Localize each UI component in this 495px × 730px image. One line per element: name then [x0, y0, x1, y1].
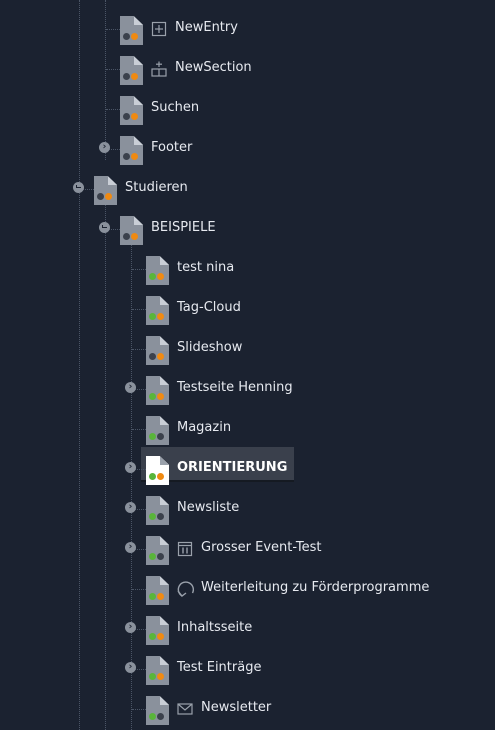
expand-icon[interactable]: › — [125, 662, 136, 673]
tree-item-label: test nina — [177, 260, 235, 275]
page-icon — [146, 256, 169, 285]
expand-icon[interactable]: › — [125, 542, 136, 553]
page-icon — [146, 336, 169, 365]
tree-item-label: Studieren — [125, 180, 188, 195]
tree-item-test-nina[interactable]: test nina — [0, 248, 495, 288]
tree-item-test-eintraege[interactable]: › Test Einträge — [0, 648, 495, 688]
tree-item-newentry[interactable]: NewEntry — [0, 8, 495, 48]
tree-item-beispiele[interactable]: BEISPIELE — [0, 208, 495, 248]
tree-item-label: Grosser Event-Test — [201, 540, 322, 555]
page-icon — [94, 176, 117, 205]
tree-item-label: NewEntry — [175, 20, 238, 35]
tree-item-testseite-henning[interactable]: › Testseite Henning — [0, 368, 495, 408]
expand-icon[interactable]: › — [125, 462, 136, 473]
section-add-icon — [151, 61, 167, 77]
page-icon — [146, 416, 169, 445]
expand-icon[interactable]: › — [125, 382, 136, 393]
tree-item-label: Weiterleitung zu Förderprogramme — [201, 580, 430, 595]
tree-item-newsletter[interactable]: Newsletter — [0, 688, 495, 728]
tree-item-label: NewSection — [175, 60, 252, 75]
page-icon — [146, 296, 169, 325]
tree-item-slideshow[interactable]: Slideshow — [0, 328, 495, 368]
redirect-icon — [177, 581, 194, 597]
collapse-icon[interactable] — [99, 222, 110, 233]
tree-item-label: Footer — [151, 140, 193, 155]
page-icon — [120, 56, 143, 85]
expand-icon[interactable]: › — [99, 142, 110, 153]
page-icon — [146, 656, 169, 685]
page-icon — [146, 576, 169, 605]
expand-icon[interactable]: › — [125, 502, 136, 513]
page-icon — [120, 96, 143, 125]
tree-item-label: Tag-Cloud — [177, 300, 241, 315]
page-icon — [146, 496, 169, 525]
tree-item-newsliste[interactable]: › Newsliste — [0, 488, 495, 528]
envelope-icon — [177, 703, 193, 715]
tree-item-footer[interactable]: › Footer — [0, 128, 495, 168]
tree-item-label: Inhaltsseite — [177, 620, 253, 635]
tree-item-orientierung[interactable]: › ORIENTIERUNG — [0, 448, 495, 488]
tree-item-newsection[interactable]: NewSection — [0, 48, 495, 88]
page-icon — [146, 456, 169, 485]
tree-item-inhaltsseite[interactable]: › Inhaltsseite — [0, 608, 495, 648]
page-icon — [120, 136, 143, 165]
tree-item-label: Slideshow — [177, 340, 243, 355]
tree-item-label: Magazin — [177, 420, 232, 435]
page-icon — [146, 536, 169, 565]
tree-item-label: Newsletter — [201, 700, 272, 715]
tree-item-weiterleitung[interactable]: Weiterleitung zu Förderprogramme — [0, 568, 495, 608]
page-icon — [120, 216, 143, 245]
tree-item-label: Testseite Henning — [177, 380, 293, 395]
page-icon — [146, 376, 169, 405]
collapse-icon[interactable] — [73, 182, 84, 193]
tree-item-tag-cloud[interactable]: Tag-Cloud — [0, 288, 495, 328]
tree-item-label: Suchen — [151, 100, 200, 115]
page-icon — [146, 696, 169, 725]
tree-item-label: ORIENTIERUNG — [177, 460, 288, 475]
tree-item-studieren[interactable]: Studieren — [0, 168, 495, 208]
tree-item-magazin[interactable]: Magazin — [0, 408, 495, 448]
plus-box-icon — [151, 21, 167, 37]
expand-icon[interactable]: › — [125, 622, 136, 633]
page-icon — [120, 16, 143, 45]
tree-item-suchen[interactable]: Suchen — [0, 88, 495, 128]
calendar-icon — [177, 541, 193, 557]
tree-item-grosser-event-test[interactable]: › Grosser Event-Test — [0, 528, 495, 568]
tree-item-label: BEISPIELE — [151, 220, 216, 235]
tree-item-label: Test Einträge — [177, 660, 262, 675]
tree-item-label: Newsliste — [177, 500, 240, 515]
page-icon — [146, 616, 169, 645]
